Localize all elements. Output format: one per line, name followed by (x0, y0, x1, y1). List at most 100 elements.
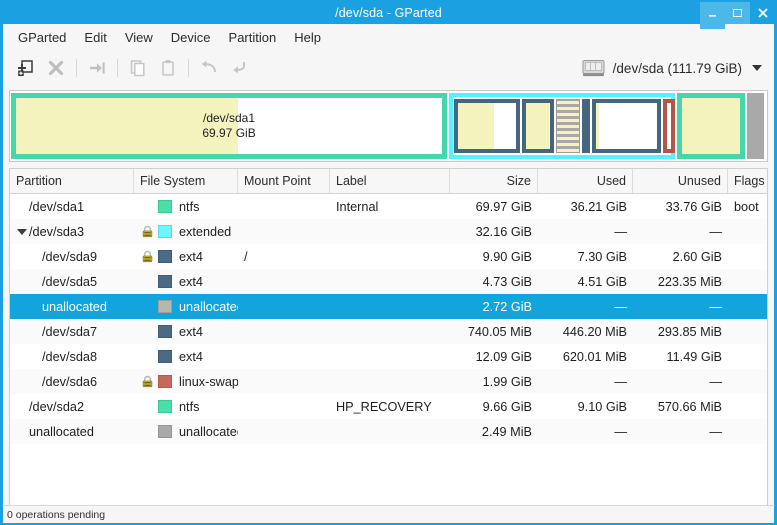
column-header-mount-point[interactable]: Mount Point (238, 169, 330, 193)
chevron-down-icon (752, 65, 762, 71)
partition-name: /dev/sda2 (29, 400, 84, 414)
graphic-partition--dev-sda1[interactable]: /dev/sda169.97 GiB (11, 93, 447, 159)
cell-unused: 293.85 MiB (633, 325, 728, 339)
lock-spacer (140, 325, 155, 339)
cell-label: HP_RECOVERY (330, 400, 450, 414)
status-bar: 0 operations pending (2, 505, 775, 523)
file-system-name: unallocated (179, 425, 238, 439)
cell-partition: /dev/sda9 (10, 250, 134, 264)
cell-partition: /dev/sda2 (10, 400, 134, 414)
disk-graphic-row: /dev/sda169.97 GiB (10, 91, 767, 161)
maximize-button[interactable] (725, 2, 750, 24)
graphic-partition-extended[interactable] (449, 93, 675, 159)
file-system-name: ext4 (179, 275, 203, 289)
cell-size: 740.05 MiB (450, 325, 538, 339)
partition-fill (526, 103, 550, 149)
graphic-partition--dev-sda2[interactable] (677, 93, 746, 159)
padlock-icon (140, 225, 155, 239)
toolbar-separator-3 (188, 59, 189, 77)
cell-used: 36.21 GiB (538, 200, 633, 214)
lock-spacer (140, 200, 155, 214)
column-header-partition[interactable]: Partition (10, 169, 134, 193)
menu-partition[interactable]: Partition (220, 27, 286, 48)
graphic-partition--dev-sda6[interactable] (663, 99, 675, 153)
cell-unused: — (633, 300, 728, 314)
new-partition-button[interactable] (11, 54, 41, 82)
free-fill (238, 98, 443, 154)
cell-size: 4.73 GiB (450, 275, 538, 289)
graphic-partition-unallocated[interactable] (556, 99, 580, 153)
toolbar-separator-2 (117, 59, 118, 77)
used-fill (526, 103, 548, 149)
file-system-name: ext4 (179, 350, 203, 364)
table-row[interactable]: /dev/sda3extended32.16 GiB—— (10, 219, 767, 244)
cell-partition: /dev/sda6 (10, 375, 134, 389)
minimize-icon (707, 8, 718, 19)
paste-button[interactable] (153, 54, 183, 82)
paste-icon (158, 58, 178, 78)
column-header-size[interactable]: Size (450, 169, 538, 193)
table-row[interactable]: /dev/sda6linux-swap1.99 GiB—— (10, 369, 767, 394)
copy-button[interactable] (123, 54, 153, 82)
table-row[interactable]: /dev/sda2ntfsHP_RECOVERY9.66 GiB9.10 GiB… (10, 394, 767, 419)
menu-help[interactable]: Help (285, 27, 330, 48)
table-row[interactable]: /dev/sda7ext4740.05 MiB446.20 MiB293.85 … (10, 319, 767, 344)
graphic-partition-unallocated-tail[interactable] (747, 93, 764, 159)
delete-icon (46, 58, 66, 78)
cell-unused: 223.35 MiB (633, 275, 728, 289)
menu-gparted[interactable]: GParted (9, 27, 75, 48)
toolbar-separator-1 (76, 59, 77, 77)
used-fill (16, 98, 238, 154)
close-button[interactable] (750, 2, 775, 24)
table-row[interactable]: unallocatedunallocated2.72 GiB—— (10, 294, 767, 319)
apply-icon (228, 58, 250, 78)
cell-file-system: unallocated (134, 425, 238, 439)
cell-file-system: ntfs (134, 400, 238, 414)
undo-button[interactable] (194, 54, 224, 82)
column-header-used[interactable]: Used (538, 169, 633, 193)
file-system-name: extended (179, 225, 231, 239)
free-fill (667, 103, 671, 149)
column-header-flags[interactable]: Flags (728, 169, 771, 193)
cell-size: 1.99 GiB (450, 375, 538, 389)
cell-used: — (538, 425, 633, 439)
column-header-label[interactable]: Label (330, 169, 450, 193)
cell-partition: /dev/sda8 (10, 350, 134, 364)
partition-name: /dev/sda5 (42, 275, 97, 289)
cell-size: 9.90 GiB (450, 250, 538, 264)
minimize-button[interactable] (700, 2, 725, 29)
table-row[interactable]: unallocatedunallocated2.49 MiB—— (10, 419, 767, 444)
apply-button[interactable] (224, 54, 254, 82)
cell-size: 69.97 GiB (450, 200, 538, 214)
partition-name: /dev/sda7 (42, 325, 97, 339)
cell-file-system: unallocated (134, 300, 238, 314)
table-row[interactable]: /dev/sda9ext4/9.90 GiB7.30 GiB2.60 GiB (10, 244, 767, 269)
copy-icon (128, 58, 148, 78)
resize-move-button[interactable] (82, 54, 112, 82)
table-row[interactable]: /dev/sda5ext44.73 GiB4.51 GiB223.35 MiB (10, 269, 767, 294)
menu-edit[interactable]: Edit (75, 27, 115, 48)
column-header-file-system[interactable]: File System (134, 169, 238, 193)
cell-size: 9.66 GiB (450, 400, 538, 414)
file-system-name: ext4 (179, 325, 203, 339)
partition-graphic: /dev/sda169.97 GiB (9, 90, 768, 162)
column-header-unused[interactable]: Unused (633, 169, 728, 193)
cell-used: — (538, 225, 633, 239)
graphic-partition--dev-sda5[interactable] (522, 99, 554, 153)
file-system-name: ntfs (179, 400, 199, 414)
expander-triangle-icon[interactable] (16, 229, 27, 235)
graphic-partition--dev-sda8[interactable] (592, 99, 662, 153)
cell-file-system: ext4 (134, 250, 238, 264)
table-row[interactable]: /dev/sda1ntfsInternal69.97 GiB36.21 GiB3… (10, 194, 767, 219)
delete-partition-button[interactable] (41, 54, 71, 82)
file-system-color-swatch (158, 425, 172, 438)
graphic-partition--dev-sda9[interactable] (454, 99, 520, 153)
menu-view[interactable]: View (116, 27, 162, 48)
cell-file-system: ntfs (134, 200, 238, 214)
menu-device[interactable]: Device (162, 27, 220, 48)
graphic-partition--dev-sda7[interactable] (582, 99, 590, 153)
file-system-color-swatch (158, 250, 172, 263)
cell-file-system: extended (134, 225, 238, 239)
device-selector[interactable]: /dev/sda (111.79 GiB) (577, 54, 766, 82)
table-row[interactable]: /dev/sda8ext412.09 GiB620.01 MiB11.49 Gi… (10, 344, 767, 369)
